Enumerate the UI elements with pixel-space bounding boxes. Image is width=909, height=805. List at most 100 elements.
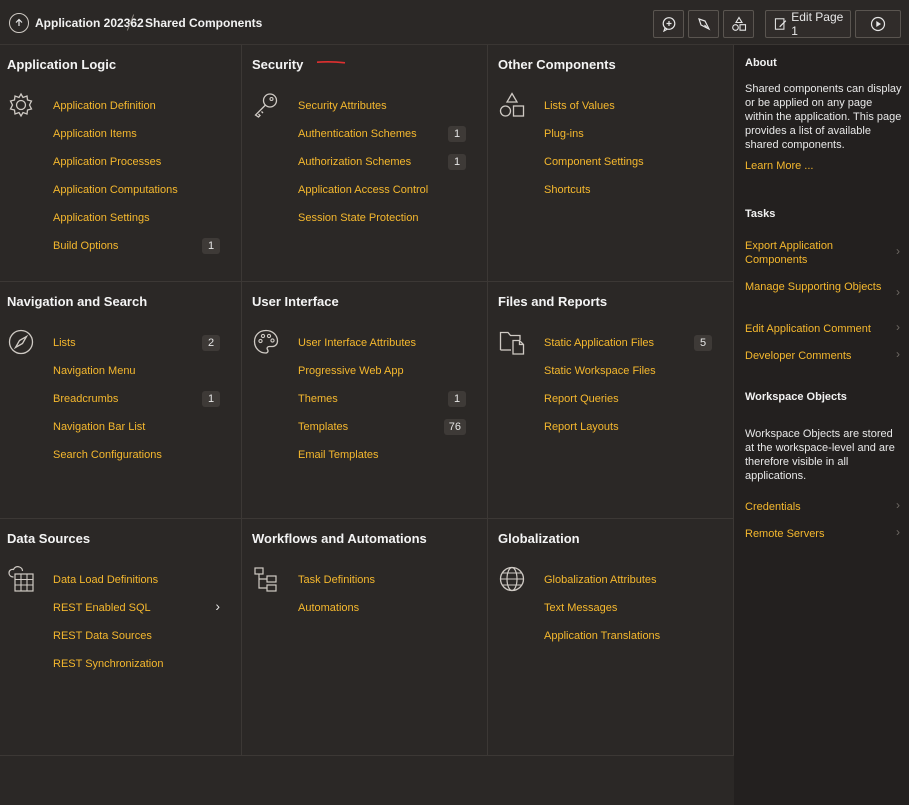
link-report-queries[interactable]: Report Queries bbox=[544, 393, 619, 405]
annotation-mark bbox=[316, 61, 346, 64]
task-developer-comments[interactable]: Developer Comments bbox=[745, 349, 885, 363]
count-badge: 76 bbox=[443, 419, 466, 435]
page-header: Application 202362 Shared Components Edi… bbox=[0, 0, 909, 45]
palette-icon bbox=[253, 329, 279, 354]
panel-workflows-and-automations: Workflows and Automations Task Definitio… bbox=[242, 519, 488, 756]
link-authorization-schemes[interactable]: Authorization Schemes bbox=[298, 156, 411, 168]
link-build-options[interactable]: Build Options bbox=[53, 240, 118, 252]
edit-page-button[interactable]: Edit Page 1 bbox=[765, 10, 851, 38]
link-email-templates[interactable]: Email Templates bbox=[298, 449, 379, 461]
shapes-icon bbox=[499, 92, 525, 117]
link-breadcrumbs[interactable]: Breadcrumbs bbox=[53, 393, 118, 405]
link-rest-data-sources[interactable]: REST Data Sources bbox=[53, 630, 152, 642]
panel-navigation-and-search: Navigation and Search Lists 2 Navigation… bbox=[0, 282, 242, 519]
panel-title: Workflows and Automations bbox=[252, 531, 427, 546]
link-application-translations[interactable]: Application Translations bbox=[544, 630, 660, 642]
panel-security: Security Security Attributes Authenticat… bbox=[242, 45, 488, 282]
chevron-right-icon: › bbox=[896, 320, 900, 334]
link-task-definitions[interactable]: Task Definitions bbox=[298, 574, 375, 586]
link-globalization-attributes[interactable]: Globalization Attributes bbox=[544, 574, 657, 586]
count-badge: 1 bbox=[202, 238, 220, 254]
learn-more-link[interactable]: Learn More ... bbox=[745, 159, 885, 173]
sidebar-about-text: Shared components can display or be appl… bbox=[745, 83, 902, 151]
link-lists-of-values[interactable]: Lists of Values bbox=[544, 100, 615, 112]
link-plug-ins[interactable]: Plug-ins bbox=[544, 128, 584, 140]
task-manage-supporting-objects[interactable]: Manage Supporting Objects bbox=[745, 280, 885, 294]
chevron-right-icon[interactable]: › bbox=[215, 598, 220, 614]
sidebar-workspace-title: Workspace Objects bbox=[745, 391, 847, 403]
link-progressive-web-app[interactable]: Progressive Web App bbox=[298, 365, 404, 377]
link-templates[interactable]: Templates bbox=[298, 421, 348, 433]
sidebar-tasks-title: Tasks bbox=[745, 208, 776, 220]
panel-title: Data Sources bbox=[7, 531, 91, 546]
panel-title: Other Components bbox=[498, 57, 616, 72]
panel-files-and-reports: Files and Reports Static Application Fil… bbox=[488, 282, 734, 519]
tree-icon bbox=[254, 567, 277, 592]
link-remote-servers[interactable]: Remote Servers bbox=[745, 527, 885, 541]
link-navigation-bar-list[interactable]: Navigation Bar List bbox=[53, 421, 145, 433]
run-page-button[interactable] bbox=[855, 10, 901, 38]
panel-title: Globalization bbox=[498, 531, 580, 546]
chevron-right-icon: › bbox=[896, 285, 900, 299]
link-authentication-schemes[interactable]: Authentication Schemes bbox=[298, 128, 417, 140]
link-application-settings[interactable]: Application Settings bbox=[53, 212, 150, 224]
link-user-interface-attributes[interactable]: User Interface Attributes bbox=[298, 337, 416, 349]
link-report-layouts[interactable]: Report Layouts bbox=[544, 421, 619, 433]
link-credentials[interactable]: Credentials bbox=[745, 500, 885, 514]
count-badge: 2 bbox=[202, 335, 220, 351]
link-automations[interactable]: Automations bbox=[298, 602, 359, 614]
link-navigation-menu[interactable]: Navigation Menu bbox=[53, 365, 136, 377]
edit-page-label: Edit Page 1 bbox=[791, 10, 844, 38]
chevron-right-icon: › bbox=[896, 525, 900, 539]
gear-icon bbox=[9, 92, 33, 118]
link-rest-synchronization[interactable]: REST Synchronization bbox=[53, 658, 163, 670]
key-icon bbox=[254, 93, 278, 118]
folder-file-icon bbox=[499, 331, 525, 355]
link-rest-enabled-sql[interactable]: REST Enabled SQL bbox=[53, 602, 151, 614]
panel-user-interface: User Interface User Interface Attributes… bbox=[242, 282, 488, 519]
arrow-up-icon[interactable] bbox=[9, 13, 29, 33]
task-export-application-components[interactable]: Export Application Components bbox=[745, 239, 885, 267]
chevron-right-icon: › bbox=[896, 498, 900, 512]
sidebar-workspace-text: Workspace Objects are stored at the work… bbox=[745, 428, 895, 482]
link-search-configurations[interactable]: Search Configurations bbox=[53, 449, 162, 461]
shapes-icon bbox=[731, 16, 746, 31]
panel-title: User Interface bbox=[252, 294, 339, 309]
add-comment-button[interactable] bbox=[653, 10, 684, 38]
breadcrumb-current-page: Shared Components bbox=[145, 16, 263, 30]
link-static-application-files[interactable]: Static Application Files bbox=[544, 337, 654, 349]
panel-title: Files and Reports bbox=[498, 294, 608, 309]
link-text-messages[interactable]: Text Messages bbox=[544, 602, 617, 614]
link-themes[interactable]: Themes bbox=[298, 393, 338, 405]
sidebar: About Shared components can display or b… bbox=[734, 45, 909, 805]
edit-page-icon bbox=[774, 18, 787, 30]
task-edit-application-comment[interactable]: Edit Application Comment bbox=[745, 322, 895, 336]
panel-other-components: Other Components Lists of Values Plug-in… bbox=[488, 45, 734, 282]
link-session-state-protection[interactable]: Session State Protection bbox=[298, 212, 418, 224]
add-comment-icon bbox=[662, 17, 675, 32]
panel-data-sources: Data Sources Data Load Definitions REST … bbox=[0, 519, 242, 756]
link-shortcuts[interactable]: Shortcuts bbox=[544, 184, 590, 196]
panel-title: Security bbox=[252, 57, 304, 72]
shared-components-button[interactable] bbox=[723, 10, 754, 38]
link-application-definition[interactable]: Application Definition bbox=[53, 100, 156, 112]
panel-globalization: Globalization Globalization Attributes T… bbox=[488, 519, 734, 756]
count-badge: 1 bbox=[448, 391, 466, 407]
link-lists[interactable]: Lists bbox=[53, 337, 76, 349]
link-application-computations[interactable]: Application Computations bbox=[53, 184, 178, 196]
link-security-attributes[interactable]: Security Attributes bbox=[298, 100, 387, 112]
count-badge: 5 bbox=[694, 335, 712, 351]
sidebar-about-title: About bbox=[745, 57, 777, 69]
globe-icon bbox=[499, 566, 525, 592]
link-component-settings[interactable]: Component Settings bbox=[544, 156, 644, 168]
link-static-workspace-files[interactable]: Static Workspace Files bbox=[544, 365, 656, 377]
link-application-processes[interactable]: Application Processes bbox=[53, 156, 161, 168]
link-data-load-definitions[interactable]: Data Load Definitions bbox=[53, 574, 158, 586]
debug-button[interactable] bbox=[688, 10, 719, 38]
link-application-items[interactable]: Application Items bbox=[53, 128, 137, 140]
panel-application-logic: Application Logic Application Definition… bbox=[0, 45, 242, 282]
panel-title: Application Logic bbox=[7, 57, 117, 72]
bug-icon bbox=[697, 18, 710, 31]
count-badge: 1 bbox=[448, 126, 466, 142]
link-application-access-control[interactable]: Application Access Control bbox=[298, 184, 428, 196]
